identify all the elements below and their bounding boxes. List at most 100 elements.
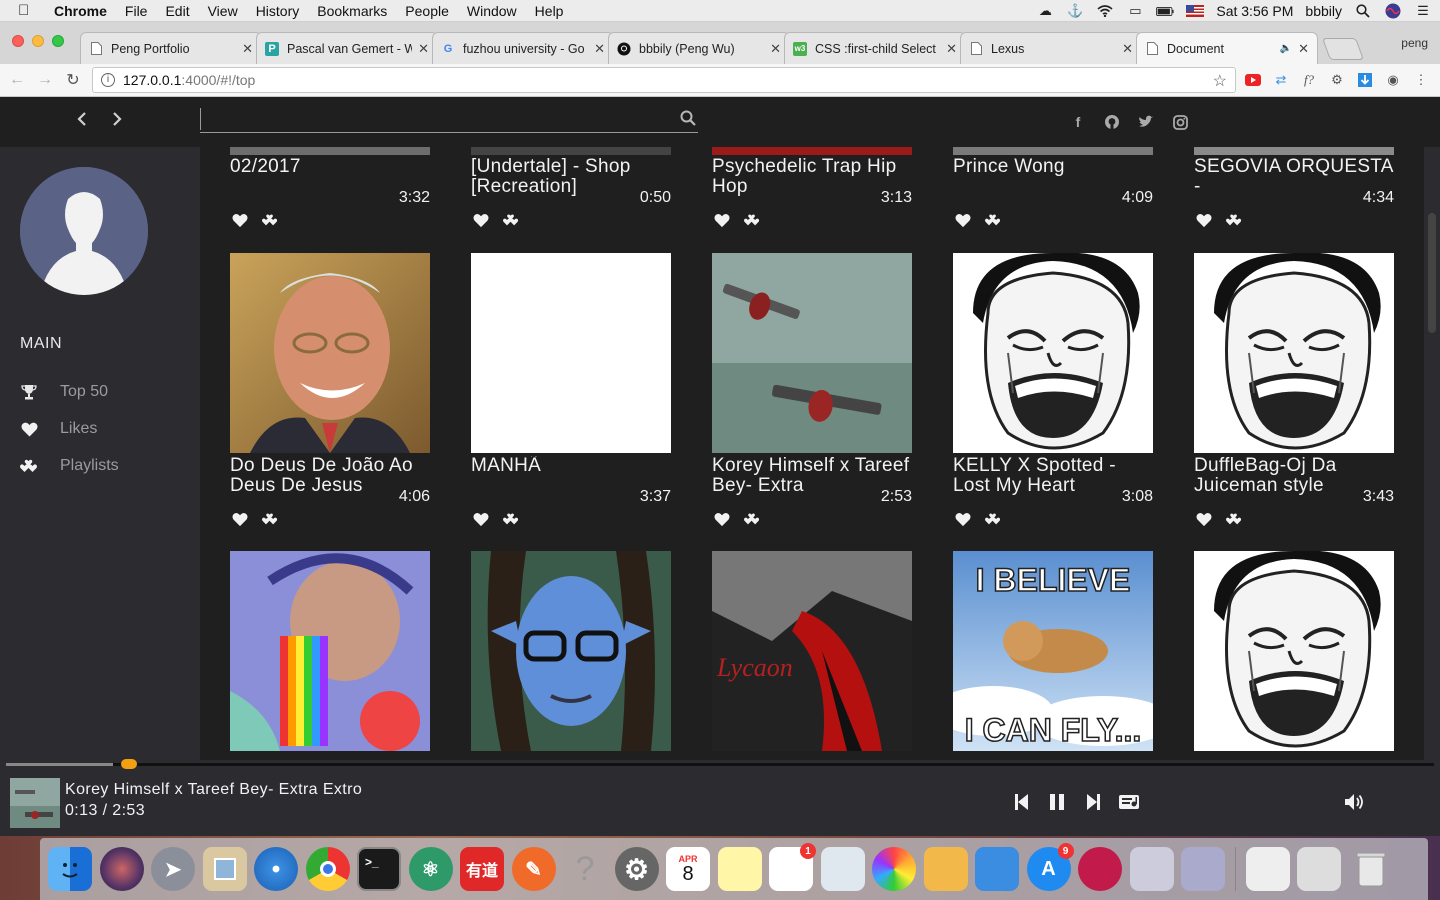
menubar-clock[interactable]: Sat 3:56 PM [1216, 3, 1293, 19]
sidebar-item-top50[interactable]: Top 50 [20, 380, 190, 404]
like-heart-icon[interactable] [232, 512, 248, 528]
photos-icon[interactable] [872, 847, 916, 891]
site-info-icon[interactable]: i [101, 73, 115, 87]
like-heart-icon[interactable] [473, 213, 489, 229]
chrome-icon[interactable] [305, 847, 350, 891]
youtube-extension-icon[interactable] [1244, 72, 1262, 88]
add-to-playlist-icon[interactable] [503, 512, 519, 528]
close-tab-icon[interactable]: ✕ [1122, 41, 1133, 57]
airplay-icon[interactable]: ▭ [1126, 3, 1144, 18]
history-forward-chevron-icon[interactable] [111, 110, 123, 133]
sidebar-item-playlists[interactable]: Playlists [20, 454, 190, 478]
song-artwork[interactable] [1194, 551, 1394, 751]
next-track-icon[interactable] [1083, 792, 1105, 814]
safari-compass-icon[interactable] [254, 847, 298, 891]
song-card[interactable]: DuffleBag-Oj Da Juiceman style 3:43 [1194, 253, 1394, 528]
sidebar-item-likes[interactable]: Likes [20, 417, 190, 441]
page-scrollbar[interactable] [1424, 147, 1440, 760]
cloud-sync-icon[interactable]: ☁ [1036, 3, 1054, 18]
image-viewer-icon[interactable] [1181, 847, 1225, 891]
menu-window[interactable]: Window [467, 3, 517, 19]
us-flag-icon[interactable] [1186, 4, 1205, 18]
close-window-button[interactable] [12, 35, 24, 47]
browser-tab[interactable]: Peng Portfolio ✕ [80, 32, 262, 64]
song-card[interactable]: I BELIEVE I CAN FLY... [953, 551, 1153, 751]
cleaner-app-icon[interactable] [1078, 847, 1122, 891]
add-to-playlist-icon[interactable] [262, 512, 278, 528]
back-arrow-icon[interactable]: ← [6, 71, 28, 89]
notes-icon[interactable] [717, 847, 762, 891]
youdao-dictionary-icon[interactable]: 有道 [460, 847, 504, 891]
song-artwork[interactable] [712, 253, 912, 453]
browser-tab-active[interactable]: Document 🔈 ✕ [1136, 32, 1318, 64]
download-extension-icon[interactable] [1356, 72, 1374, 88]
add-to-playlist-icon[interactable] [1226, 213, 1242, 229]
help-question-icon[interactable]: ? [563, 847, 607, 891]
add-to-playlist-icon[interactable] [985, 512, 1001, 528]
pages-icon[interactable] [923, 847, 968, 891]
song-artwork[interactable] [1194, 253, 1394, 453]
pause-icon[interactable] [1047, 792, 1069, 814]
translate-extension-icon[interactable]: ⇄ [1272, 72, 1290, 88]
song-card[interactable] [230, 551, 430, 751]
apple-menu-icon[interactable]:  [18, 2, 40, 19]
song-artwork[interactable] [230, 253, 430, 453]
keynote-icon[interactable] [975, 847, 1019, 891]
chrome-menu-icon[interactable]: ⋮ [1412, 72, 1430, 88]
new-tab-button[interactable] [1321, 38, 1365, 60]
add-to-playlist-icon[interactable] [744, 512, 760, 528]
like-heart-icon[interactable] [232, 213, 248, 229]
song-artwork[interactable]: I BELIEVE I CAN FLY... [953, 551, 1153, 751]
song-artwork[interactable] [471, 253, 671, 453]
siri-icon[interactable] [1384, 3, 1402, 19]
add-to-playlist-icon[interactable] [503, 213, 519, 229]
close-tab-icon[interactable]: ✕ [1298, 41, 1309, 57]
previous-track-icon[interactable] [1012, 792, 1034, 814]
close-tab-icon[interactable]: ✕ [594, 41, 605, 57]
trash-icon[interactable] [1349, 847, 1393, 891]
add-to-playlist-icon[interactable] [1226, 512, 1242, 528]
launchpad-rocket-icon[interactable]: ➤ [151, 847, 195, 891]
terminal-icon[interactable]: >_ [357, 847, 401, 891]
notification-center-icon[interactable]: ☰ [1414, 3, 1432, 18]
browser-tab[interactable]: P Pascal van Gemert - W ✕ [256, 32, 438, 64]
browser-tab[interactable]: bbbily (Peng Wu) ✕ [608, 32, 790, 64]
like-heart-icon[interactable] [714, 512, 730, 528]
progress-handle[interactable] [121, 759, 138, 769]
song-card[interactable]: Do Deus De João Ao Deus De Jesus 4:06 [230, 253, 430, 528]
song-card[interactable]: Psychedelic Trap Hip Hop 3:13 [712, 154, 912, 229]
like-heart-icon[interactable] [955, 512, 971, 528]
song-card[interactable]: Lycaon [712, 551, 912, 751]
song-artwork[interactable]: Lycaon [712, 551, 912, 751]
like-heart-icon[interactable] [1196, 213, 1212, 229]
reload-icon[interactable]: ↻ [62, 70, 84, 90]
menu-bookmarks[interactable]: Bookmarks [317, 3, 387, 19]
minimize-window-button[interactable] [32, 35, 44, 47]
tab-audio-icon[interactable]: 🔈 [1280, 43, 1292, 54]
like-heart-icon[interactable] [473, 512, 489, 528]
calendar-icon[interactable]: APR 8 [666, 847, 710, 891]
song-card[interactable]: KELLY X Spotted - Lost My Heart 3:08 [953, 253, 1153, 528]
zoom-window-button[interactable] [52, 35, 64, 47]
volume-icon[interactable] [1343, 792, 1365, 814]
sketch-pen-icon[interactable]: ✎ [511, 847, 556, 891]
playback-progress-bar[interactable] [6, 759, 1434, 769]
preview-icon[interactable] [202, 847, 247, 891]
document-stack-icon[interactable] [1245, 847, 1290, 891]
menu-view[interactable]: View [208, 3, 238, 19]
browser-tab[interactable]: G fuzhou university - Go ✕ [432, 32, 614, 64]
reminders-icon[interactable]: 1 [769, 843, 816, 891]
wifi-icon[interactable] [1096, 4, 1114, 18]
song-card[interactable]: SEGOVIA ORQUESTA - 4:34 [1194, 154, 1394, 229]
song-card[interactable]: Korey Himself x Tareef Bey- Extra 2:53 [712, 253, 912, 528]
scrollbar-thumb[interactable] [1428, 213, 1436, 333]
now-playing-artwork[interactable] [10, 778, 60, 828]
menu-history[interactable]: History [256, 3, 300, 19]
playlist-queue-icon[interactable] [1118, 792, 1140, 814]
menu-edit[interactable]: Edit [165, 3, 189, 19]
system-preferences-gear-icon[interactable]: ⚙ [614, 847, 659, 891]
finder-icon[interactable] [48, 847, 92, 891]
song-card[interactable]: MANHÃ 3:37 [471, 253, 671, 528]
history-back-chevron-icon[interactable] [76, 110, 88, 133]
siri-icon[interactable] [99, 847, 144, 891]
